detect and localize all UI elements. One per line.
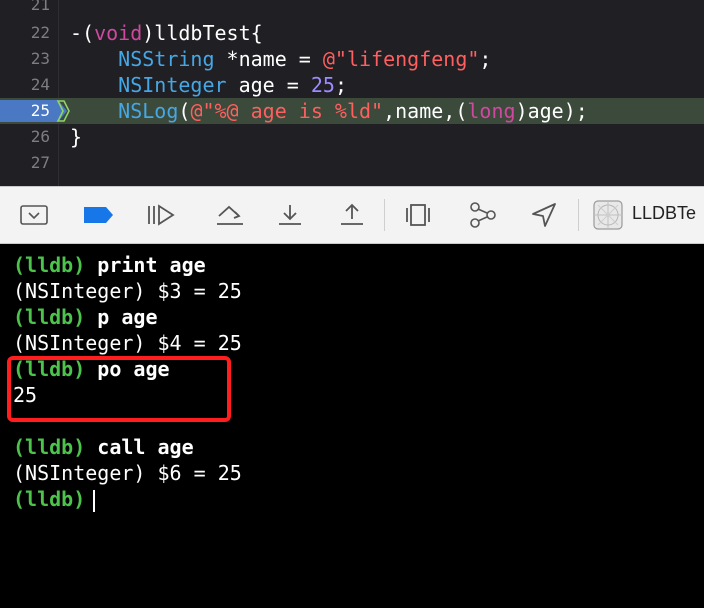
code-line[interactable]: 23 NSString *name = @"lifengfeng"; bbox=[0, 46, 704, 72]
continue-icon bbox=[148, 204, 175, 226]
lldb-prompt: (lldb) bbox=[13, 435, 86, 459]
code-text: -(void)lldbTest{ bbox=[70, 21, 263, 45]
code-line[interactable]: 26 } bbox=[0, 124, 704, 150]
breakpoints-toggle-button[interactable] bbox=[78, 195, 118, 235]
lldb-prompt: (lldb) bbox=[13, 305, 86, 329]
code-line[interactable]: 22 -(void)lldbTest{ bbox=[0, 20, 704, 46]
current-line[interactable]: 25 NSLog(@"%@ age is %ld",name,(long)age… bbox=[0, 98, 704, 124]
line-number: 23 bbox=[30, 49, 50, 68]
debug-toolbar: LLDBTe bbox=[0, 186, 704, 244]
memory-graph-icon bbox=[470, 202, 496, 228]
console-output: (NSInteger) $3 = 25 bbox=[13, 279, 242, 303]
target-button[interactable] bbox=[588, 195, 628, 235]
code-line[interactable]: 24 NSInteger age = 25; bbox=[0, 72, 704, 98]
code-text: NSLog(@"%@ age is %ld",name,(long)age); bbox=[118, 99, 588, 123]
highlight-annotation-box bbox=[7, 356, 231, 422]
pc-arrow-icon[interactable] bbox=[56, 100, 70, 122]
console-line: (lldb) print age bbox=[13, 252, 206, 278]
console-output: (NSInteger) $4 = 25 bbox=[13, 331, 242, 355]
code-line[interactable]: 21 bbox=[0, 0, 704, 18]
target-label[interactable]: LLDBTe bbox=[632, 203, 696, 224]
line-number: 27 bbox=[30, 153, 50, 172]
code-text: } bbox=[70, 125, 83, 149]
console-command: call age bbox=[85, 435, 194, 459]
location-icon bbox=[532, 203, 556, 227]
toolbar-divider bbox=[384, 199, 385, 231]
view-hierarchy-icon bbox=[406, 204, 430, 226]
toolbar-divider bbox=[578, 199, 579, 231]
lldb-prompt: (lldb) bbox=[13, 487, 86, 511]
step-out-icon bbox=[341, 203, 363, 225]
console-output: (NSInteger) $6 = 25 bbox=[13, 461, 242, 485]
line-number: 21 bbox=[30, 0, 50, 14]
code-text: NSString *name = @"lifengfeng"; bbox=[118, 47, 492, 71]
memory-graph-button[interactable] bbox=[462, 195, 502, 235]
line-number: 22 bbox=[30, 23, 50, 42]
line-number: 25 bbox=[30, 101, 50, 120]
step-over-icon bbox=[217, 205, 243, 225]
line-number: 24 bbox=[30, 75, 50, 94]
simulate-location-button[interactable] bbox=[524, 195, 564, 235]
step-into-button[interactable] bbox=[270, 195, 310, 235]
step-out-button[interactable] bbox=[332, 195, 372, 235]
console-command: print age bbox=[85, 253, 206, 277]
console-line: (lldb) call age bbox=[13, 434, 194, 460]
lldb-prompt: (lldb) bbox=[13, 253, 86, 277]
console-line: (lldb) p age bbox=[13, 304, 158, 330]
view-debugger-button[interactable] bbox=[398, 195, 438, 235]
breakpoint-icon bbox=[84, 207, 113, 223]
console-command: p age bbox=[85, 305, 158, 329]
step-over-button[interactable] bbox=[210, 195, 250, 235]
continue-button[interactable] bbox=[140, 195, 180, 235]
code-text: NSInteger age = 25; bbox=[118, 73, 347, 97]
line-number: 26 bbox=[30, 127, 50, 146]
debug-console[interactable]: (lldb) print age (NSInteger) $3 = 25 (ll… bbox=[0, 244, 704, 608]
hide-console-button[interactable] bbox=[14, 195, 54, 235]
step-into-icon bbox=[279, 205, 301, 225]
app-target-icon bbox=[593, 200, 623, 230]
source-editor[interactable]: 21 22 -(void)lldbTest{ 23 NSString *name… bbox=[0, 0, 704, 186]
panel-toggle-icon bbox=[20, 205, 48, 225]
text-cursor bbox=[93, 489, 96, 512]
console-input-line[interactable]: (lldb) bbox=[13, 486, 96, 512]
code-line[interactable]: 27 bbox=[0, 150, 704, 176]
